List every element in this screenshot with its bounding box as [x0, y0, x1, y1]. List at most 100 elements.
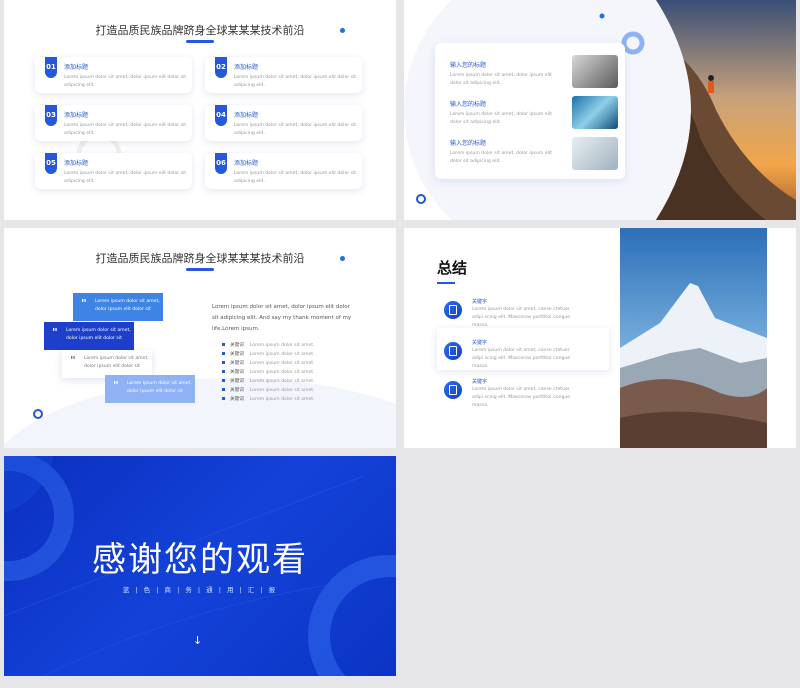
quote-bubble: " Lorem ipsum dolor sit amet, dolor ipsum… [44, 322, 134, 350]
bullet-item: 关键词 Lorem ipsum dolor sit amet. [222, 360, 315, 366]
bullet-keyword: 关键词 [230, 379, 244, 384]
item-title: 输入您的标题 [450, 140, 487, 147]
bullet-item: 关键词 Lorem ipsum dolor sit amet. [222, 387, 315, 393]
bullet-text: Lorem ipsum dolor sit amet. [249, 397, 315, 402]
card-number: 06 [215, 153, 227, 174]
feature-card: 02 添加标题 Lorem ipsum dolor sit amet, dolor … [205, 57, 362, 93]
slide-title: 打造品质民族品牌跻身全球某某某技术前沿 [95, 24, 305, 37]
quote-icon: " [81, 297, 87, 310]
item-body: Lorem ipsum dolor sit amet, dolor ipsum … [450, 73, 552, 86]
thanks-subtitle: 蓝 | 色 | 商 | 务 | 通 | 用 | 汇 | 报 [122, 586, 278, 594]
summary-text: Lorem ipsum dolor sit amet, conse ctetue… [472, 387, 571, 408]
bubble-text: Lorem ipsum dolor sit amet, dolor ipsum … [84, 356, 149, 369]
bullet-text: Lorem ipsum dolor sit amet. [249, 343, 315, 348]
slide-1[interactable]: 打造品质民族品牌跻身全球某某某技术前沿 01 添加标题 Lorem ipsum do… [4, 0, 396, 220]
title-underline [186, 268, 214, 271]
bullet-marker [222, 397, 225, 400]
feature-card: 04 添加标题 Lorem ipsum dolor sit amet, dolor … [205, 105, 362, 141]
card-number: 05 [45, 153, 57, 174]
feature-card: 05 添加标题 Lorem ipsum dolor sit amet, dolor … [35, 153, 192, 189]
bullet-marker [222, 343, 225, 346]
quote-icon: " [52, 326, 58, 339]
bullet-item: 关键词 Lorem ipsum dolor sit amet. [222, 351, 315, 357]
card-body: Lorem ipsum dolor sit amet, dolor ipsum … [64, 75, 187, 88]
card-body: Lorem ipsum dolor sit amet, dolor ipsum … [64, 171, 187, 184]
bullet-keyword: 关键词 [230, 361, 244, 366]
slide-5[interactable]: 感谢您的观看 蓝 | 色 | 商 | 务 | 通 | 用 | 汇 | 报 ↓ [4, 456, 396, 676]
bullet-item: 关键词 Lorem ipsum dolor sit amet. [222, 396, 315, 402]
feature-card: 01 添加标题 Lorem ipsum dolor sit amet, dolor … [35, 57, 192, 93]
card-title: 添加标题 [234, 160, 259, 167]
bullet-text: Lorem ipsum dolor sit amet. [249, 352, 315, 357]
item-title: 输入您的标题 [450, 101, 487, 108]
building-photo [572, 96, 618, 129]
quote-bubble: " Lorem ipsum dolor sit amet, dolor ipsum… [105, 375, 195, 403]
card-title: 添加标题 [64, 160, 89, 167]
card-title: 添加标题 [64, 64, 89, 71]
intro-paragraph: Lorem ipsum dolor sit amet, dolor ipsum … [212, 304, 352, 332]
card-body: Lorem ipsum dolor sit amet, dolor ipsum … [234, 171, 357, 184]
feature-card: 03 添加标题 Lorem ipsum dolor sit amet, dolor … [35, 105, 192, 141]
item-body: Lorem ipsum dolor sit amet, dolor ipsum … [450, 151, 552, 164]
slide-3[interactable]: 打造品质民族品牌跻身全球某某某技术前沿 " Lorem ipsum dolor s… [4, 228, 396, 448]
card-title: 添加标题 [234, 112, 259, 119]
summary-text: Lorem ipsum dolor sit amet, conse ctetue… [472, 307, 571, 328]
card-body: Lorem ipsum dolor sit amet, dolor ipsum … [64, 123, 187, 136]
office-photo [572, 137, 618, 170]
summary-keyword: 关键字 [472, 379, 488, 385]
bullet-keyword: 关键词 [230, 397, 244, 402]
bullet-item: 关键词 Lorem ipsum dolor sit amet. [222, 369, 315, 375]
document-icon [444, 301, 462, 319]
bullet-keyword: 关键词 [230, 343, 244, 348]
bullet-text: Lorem ipsum dolor sit amet. [249, 379, 315, 384]
item-body: Lorem ipsum dolor sit amet, dolor ipsum … [450, 112, 552, 125]
bullet-text: Lorem ipsum dolor sit amet. [249, 370, 315, 375]
mountain-photo [620, 228, 767, 448]
item-title: 输入您的标题 [450, 62, 487, 69]
quote-icon: " [70, 354, 76, 367]
quote-bubble: " Lorem ipsum dolor sit amet, dolor ipsum… [62, 350, 152, 378]
summary-keyword: 关键字 [472, 340, 488, 346]
slide-title: 打造品质民族品牌跻身全球某某某技术前沿 [95, 252, 305, 265]
bullet-text: Lorem ipsum dolor sit amet. [249, 388, 315, 393]
bubble-text: Lorem ipsum dolor sit amet, dolor ipsum … [95, 299, 160, 312]
quote-icon: " [113, 379, 119, 392]
document-icon [444, 342, 462, 360]
card-title: 添加标题 [234, 64, 259, 71]
bullet-keyword: 关键词 [230, 388, 244, 393]
bullet-keyword: 关键词 [230, 352, 244, 357]
quote-bubble: " Lorem ipsum dolor sit amet, dolor ipsum… [73, 293, 163, 321]
thanks-title: 感谢您的观看 [92, 540, 308, 580]
summary-underline [437, 282, 455, 284]
accent-dot [340, 28, 345, 33]
bullet-item: 关键词 Lorem ipsum dolor sit amet. [222, 378, 315, 384]
card-number: 02 [215, 57, 227, 78]
card-number: 03 [45, 105, 57, 126]
bullet-marker [222, 379, 225, 382]
bullet-keyword: 关键词 [230, 370, 244, 375]
summary-keyword: 关键字 [472, 299, 488, 305]
summary-title: 总结 [437, 259, 468, 277]
bullet-marker [222, 352, 225, 355]
bullet-text: Lorem ipsum dolor sit amet. [249, 361, 315, 366]
bullet-marker [222, 361, 225, 364]
title-underline [186, 40, 214, 43]
bullet-item: 关键词 Lorem ipsum dolor sit amet. [222, 342, 315, 348]
climber-photo [656, 0, 796, 220]
bullet-marker [222, 388, 225, 391]
down-arrow-icon[interactable]: ↓ [193, 634, 202, 647]
card-body: Lorem ipsum dolor sit amet, dolor ipsum … [234, 75, 357, 88]
slide-2[interactable]: 输入您的标题 Lorem ipsum dolor sit amet, dolor … [404, 0, 796, 220]
accent-dot [340, 256, 345, 261]
slide-4[interactable]: 总结 关键字 Lorem ipsum dolor sit amet, conse … [404, 228, 796, 448]
card-title: 添加标题 [64, 112, 89, 119]
feature-card: 06 添加标题 Lorem ipsum dolor sit amet, dolor … [205, 153, 362, 189]
bubble-text: Lorem ipsum dolor sit amet, dolor ipsum … [127, 381, 192, 394]
card-number: 01 [45, 57, 57, 78]
card-body: Lorem ipsum dolor sit amet, dolor ipsum … [234, 123, 357, 136]
document-icon [444, 381, 462, 399]
summary-text: Lorem ipsum dolor sit amet, conse ctetue… [472, 348, 571, 369]
card-number: 04 [215, 105, 227, 126]
laptop-photo [572, 55, 618, 88]
bullet-marker [222, 370, 225, 373]
